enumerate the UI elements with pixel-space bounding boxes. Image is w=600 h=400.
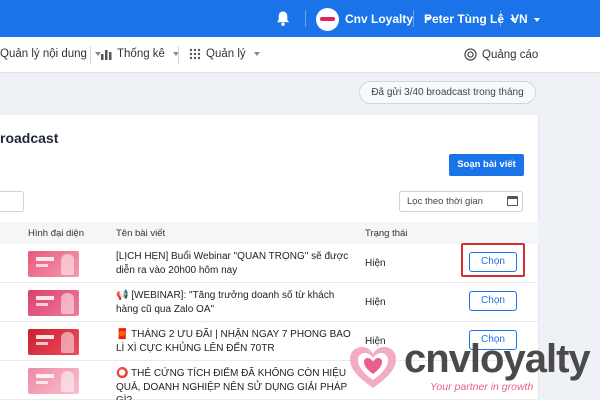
post-title: [LỊCH HẸN] Buổi Webinar "QUAN TRỌNG" sẽ … — [116, 251, 349, 276]
column-title: Tên bài viết — [116, 228, 166, 239]
post-thumbnail — [28, 329, 79, 355]
nav-content-management[interactable]: Quản lý nội dung — [0, 48, 101, 60]
post-title: 🧧 THÁNG 2 ƯU ĐÃI | NHẬN NGAY 7 PHONG BAO… — [116, 329, 351, 354]
oa-avatar — [316, 7, 339, 31]
table-header: Hình đại diện Tên bài viết Trạng thái — [0, 222, 539, 244]
column-status: Trạng thái — [365, 228, 408, 239]
divider — [178, 46, 179, 64]
page-title: roadcast — [0, 130, 59, 146]
divider — [413, 10, 414, 27]
divider — [500, 10, 501, 27]
watermark-tagline: Your partner in growth — [430, 381, 534, 393]
nav-statistics[interactable]: Thống kê — [101, 48, 179, 60]
user-name: Peter Tùng Lê — [424, 12, 505, 26]
chevron-down-icon — [253, 52, 260, 56]
target-icon — [464, 48, 477, 61]
divider — [305, 10, 306, 27]
highlight-box — [461, 243, 525, 277]
nav-statistics-label: Thống kê — [117, 48, 165, 60]
post-status: Hiện — [365, 297, 386, 308]
language-selector[interactable]: VN — [511, 12, 540, 26]
user-menu[interactable]: Peter Tùng Lê — [424, 12, 517, 26]
nav-manage-label: Quản lý — [206, 48, 246, 60]
post-status: Hiện — [365, 258, 386, 269]
table-row: 📢 [WEBINAR]: "Tăng trưởng doanh số từ kh… — [0, 283, 539, 322]
date-filter-placeholder: Lọc theo thời gian — [407, 196, 483, 207]
top-navigation-bar: Cnv Loyalty Peter Tùng Lê VN — [0, 0, 600, 37]
divider — [90, 46, 91, 64]
oa-name: Cnv Loyalty — [345, 12, 414, 26]
nav-ads[interactable]: Quảng cáo — [464, 48, 538, 61]
post-thumbnail — [28, 368, 79, 394]
language-label: VN — [511, 12, 528, 26]
bell-icon[interactable] — [275, 10, 291, 27]
choose-button[interactable]: Chọn — [469, 291, 517, 311]
secondary-navigation: Quản lý nội dung Thống kê Quản lý Quảng … — [0, 37, 600, 73]
date-filter-input[interactable]: Lọc theo thời gian — [399, 191, 523, 212]
broadcast-quota-badge: Đã gửi 3/40 broadcast trong tháng — [359, 81, 536, 104]
compose-post-button[interactable]: Soạn bài viết mới — [449, 154, 524, 192]
calendar-icon — [507, 196, 518, 206]
post-title: 📢 [WEBINAR]: "Tăng trưởng doanh số từ kh… — [116, 290, 335, 315]
chevron-down-icon — [533, 17, 540, 22]
nav-ads-label: Quảng cáo — [482, 48, 539, 61]
post-thumbnail — [28, 290, 79, 316]
post-title: ⭕ THẺ CỨNG TÍCH ĐIỂM ĐÃ KHÔNG CÒN HIỆU Q… — [116, 368, 347, 400]
nav-content-label: Quản lý nội dung — [0, 48, 87, 60]
nav-manage[interactable]: Quản lý — [189, 48, 260, 60]
table-row: [LỊCH HẸN] Buổi Webinar "QUAN TRỌNG" sẽ … — [0, 244, 539, 283]
bar-chart-icon — [101, 50, 112, 60]
grid-icon — [189, 48, 201, 60]
watermark-brand: cnvloyalty — [404, 337, 591, 381]
cnvloyalty-logo-icon — [350, 347, 396, 388]
post-thumbnail — [28, 251, 79, 277]
search-input[interactable] — [0, 191, 24, 212]
column-avatar: Hình đại diện — [28, 228, 84, 239]
